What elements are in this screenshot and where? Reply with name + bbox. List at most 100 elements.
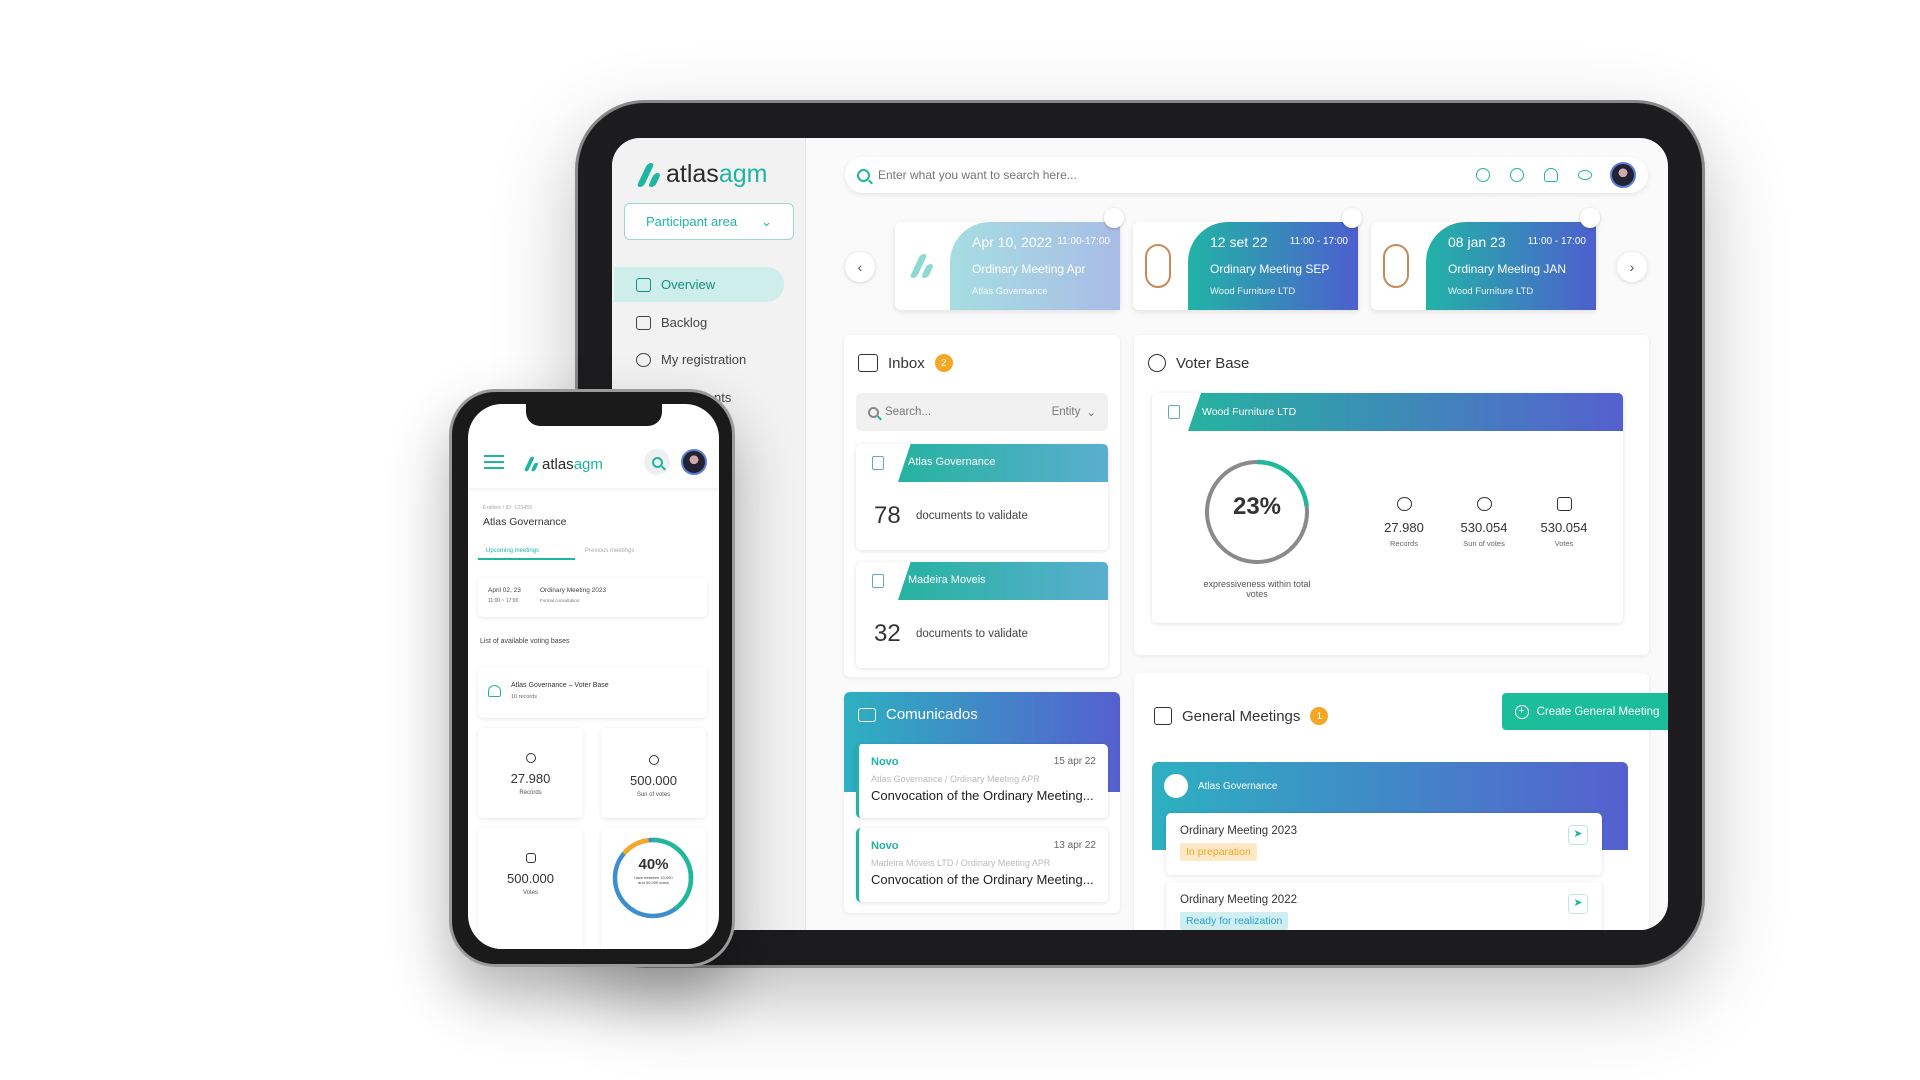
logo-mark-icon xyxy=(636,163,662,187)
avatar[interactable] xyxy=(681,449,707,475)
globe-icon xyxy=(648,755,659,765)
meeting-org: Atlas Governance xyxy=(972,286,1048,297)
logo-text-accent: agm xyxy=(573,455,603,473)
tablet-icon[interactable] xyxy=(1580,208,1600,228)
percent-icon xyxy=(525,853,536,863)
breadcrumb-item: ID: 123456 xyxy=(505,505,533,511)
chair-icon xyxy=(1383,244,1409,288)
donut-percent: 40% xyxy=(638,856,669,873)
donut-percent: 23% xyxy=(1232,493,1282,520)
logo: atlas agm xyxy=(636,160,767,189)
general-meetings-panel: General Meetings 1 + Create General Meetin… xyxy=(1134,673,1668,930)
phone-stat-votes: 500.000 Votes xyxy=(478,828,583,949)
percent-icon xyxy=(1556,497,1572,511)
chevron-down-icon: ⌄ xyxy=(1086,407,1096,419)
inbox-item-count: 78 xyxy=(874,502,901,529)
comunicado-date: 15 apr 22 xyxy=(1053,756,1096,767)
sidebar-item-backlog[interactable]: Backlog xyxy=(614,305,784,340)
meeting-date: April 02, 23 xyxy=(488,587,521,594)
logo-text-accent: agm xyxy=(718,160,768,188)
voting-bases-title: List of available voting bases xyxy=(480,638,570,645)
phone-meeting-card[interactable]: April 02, 23 11:00 ~ 17:00 Ordinary Meet… xyxy=(478,578,707,617)
inbox-download-icon xyxy=(636,315,651,330)
tablet-screen: atlas agm Participant area ⌄ Overview Back… xyxy=(612,138,1668,930)
comunicado-item[interactable]: Novo 15 apr 22 Atlas Governance / Ordinary… xyxy=(856,744,1108,818)
tab-upcoming-meetings[interactable]: Upcoming meetings xyxy=(478,548,575,560)
sidebar-item-label: Backlog xyxy=(661,315,708,330)
comunicado-source: Atlas Governance / Ordinary Meeting APR xyxy=(871,774,1040,784)
donut-label: expressiveness within total votes xyxy=(1203,579,1311,599)
search-input[interactable] xyxy=(878,168,1468,182)
stat-value: 500.000 xyxy=(630,773,677,788)
tablet-icon[interactable] xyxy=(1104,208,1124,228)
meeting-name: Ordinary Meeting JAN xyxy=(1448,262,1567,276)
inbox-item[interactable]: Madeira Moveis 32 documents to validate xyxy=(856,562,1108,668)
comunicado-title: Convocation of the Ordinary Meeting... xyxy=(871,872,1094,887)
stat-label: Votes xyxy=(522,890,538,896)
status-badge: In preparation xyxy=(1180,843,1257,861)
search-icon xyxy=(651,456,663,468)
panel-title: Comunicados xyxy=(886,706,978,723)
document-user-icon xyxy=(872,456,884,470)
document-user-icon xyxy=(872,574,884,588)
inbox-item-org: Atlas Governance xyxy=(898,444,1108,482)
voter-base-name: Atlas Governance – Voter Base xyxy=(511,682,609,689)
carousel-prev-button[interactable]: ‹ xyxy=(845,252,875,282)
carousel-next-button[interactable]: › xyxy=(1617,252,1647,282)
comunicados-panel: Comunicados Novo 15 apr 22 Atlas Governanc… xyxy=(844,692,1120,913)
phone-search-button[interactable] xyxy=(644,449,670,475)
sidebar-item-my-registration[interactable]: My registration xyxy=(614,342,784,377)
chevron-down-icon: ⌄ xyxy=(761,213,772,229)
count-badge: 1 xyxy=(1310,707,1329,725)
create-general-meeting-button[interactable]: + Create General Meeting xyxy=(1502,693,1668,730)
inbox-search[interactable]: Search... Entity ⌄ xyxy=(856,393,1108,431)
phone-screen: atlas agm Entities / ID: 123456 Atlas Gov… xyxy=(468,404,719,949)
hamburger-menu-icon[interactable] xyxy=(484,455,504,469)
inbox-item-text: documents to validate xyxy=(916,628,1028,640)
meeting-item[interactable]: Ordinary Meeting 2023 In preparation ➤ xyxy=(1166,813,1602,875)
org-name: Atlas Governance xyxy=(1198,781,1278,792)
voter-base-item[interactable]: Atlas Governance – Voter Base 10 records xyxy=(478,667,707,718)
bell-icon[interactable] xyxy=(1544,168,1558,182)
meeting-band: Apr 10, 2022 11:00-17:00 Ordinary Meeting … xyxy=(950,222,1120,310)
count-badge: 2 xyxy=(934,354,953,372)
inbox-header: Inbox 2 xyxy=(858,354,953,372)
stat-sum-votes: 530.054 Sun of votes xyxy=(1444,497,1524,548)
inbox-panel: Inbox 2 Search... Entity ⌄ Atlas Governance… xyxy=(844,335,1120,677)
search-icon xyxy=(857,168,870,182)
entity-filter[interactable]: Entity xyxy=(1052,406,1081,418)
user-icon xyxy=(1396,497,1412,511)
meeting-name: Ordinary Meeting 2022 xyxy=(1180,894,1297,906)
inbox-item[interactable]: Atlas Governance 78 documents to validate xyxy=(856,444,1108,550)
logo-mark-icon xyxy=(524,457,535,471)
plus-circle-icon: + xyxy=(1514,704,1529,719)
stat-value: 27.980 xyxy=(510,771,551,786)
sidebar-item-overview[interactable]: Overview xyxy=(614,267,784,302)
eye-icon[interactable] xyxy=(1578,170,1592,180)
phone-logo: atlas agm xyxy=(520,452,603,476)
voter-base-panel: Voter Base Wood Furniture LTD 23% expres… xyxy=(1134,335,1649,655)
user-icon xyxy=(525,753,536,763)
avatar[interactable] xyxy=(1610,162,1636,188)
tab-previous-meetings[interactable]: Previous meetings xyxy=(585,548,634,554)
meeting-card[interactable]: Apr 10, 2022 11:00-17:00 Ordinary Meeting … xyxy=(895,208,1124,310)
meeting-card[interactable]: 08 jan 23 11:00 - 17:00 Ordinary Meeting J… xyxy=(1371,208,1600,310)
comunicado-title: Convocation of the Ordinary Meeting... xyxy=(871,788,1094,803)
global-search-bar[interactable] xyxy=(845,157,1648,193)
comunicado-date: 13 apr 22 xyxy=(1053,840,1096,851)
meeting-item[interactable]: Ordinary Meeting 2022 Ready for realizati… xyxy=(1166,882,1602,930)
user-icon xyxy=(636,352,651,367)
help-icon[interactable] xyxy=(1510,168,1524,182)
meeting-card[interactable]: 12 set 22 11:00 - 17:00 Ordinary Meeting S… xyxy=(1133,208,1362,310)
voter-base-card: Wood Furniture LTD 23% expressiveness wi… xyxy=(1152,393,1623,623)
voter-base-header: Voter Base xyxy=(1148,354,1249,372)
phone-breadcrumb: Entities / ID: 123456 xyxy=(483,505,533,511)
send-icon[interactable]: ➤ xyxy=(1568,894,1588,914)
send-icon[interactable]: ➤ xyxy=(1568,825,1588,845)
comunicado-item[interactable]: Novo 13 apr 22 Madeira Móveis LTD / Ordina… xyxy=(856,828,1108,902)
participant-area-dropdown[interactable]: Participant area ⌄ xyxy=(624,203,794,240)
stat-records: 27.980 Records xyxy=(1364,497,1444,548)
breadcrumb-item[interactable]: Entities xyxy=(483,505,501,511)
chat-icon[interactable] xyxy=(1476,168,1490,182)
tablet-icon[interactable] xyxy=(1342,208,1362,228)
